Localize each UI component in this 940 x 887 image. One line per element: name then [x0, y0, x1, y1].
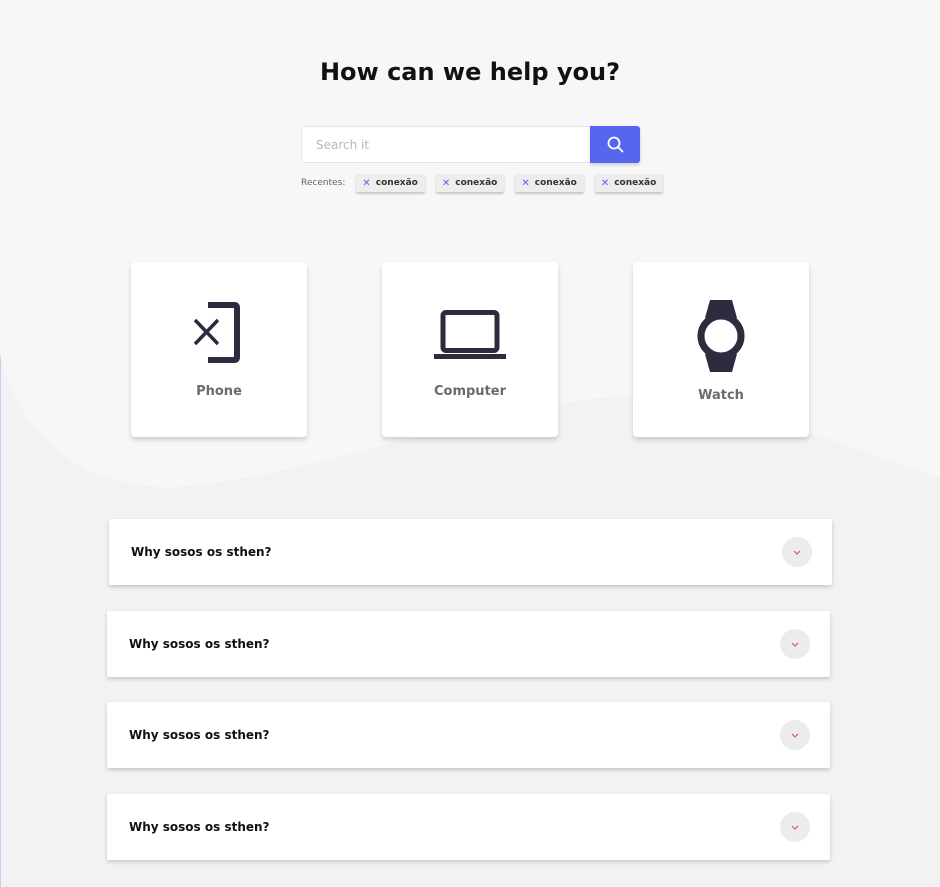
recent-searches: Recentes: ✕ conexão ✕ conexão ✕ conexão … — [301, 173, 664, 193]
chevron-down-icon — [791, 825, 799, 830]
page-title: How can we help you? — [319, 58, 621, 86]
recent-chip[interactable]: ✕ conexão — [515, 174, 584, 192]
chevron-down-icon — [793, 550, 801, 555]
faq-question: Why sosos os sthen? — [129, 728, 270, 742]
recent-chip[interactable]: ✕ conexão — [435, 174, 505, 192]
category-label: Watch — [698, 388, 744, 403]
search-input[interactable] — [301, 126, 590, 163]
close-icon[interactable]: ✕ — [362, 178, 370, 189]
recent-chip[interactable]: ✕ conexão — [356, 174, 425, 192]
recent-chip-label: conexão — [455, 178, 498, 188]
recent-chip-label: conexão — [375, 178, 418, 188]
close-icon[interactable]: ✕ — [601, 178, 609, 189]
faq-question: Why sosos os sthen? — [129, 637, 270, 651]
laptop-icon — [434, 310, 506, 359]
category-card-watch[interactable]: Watch — [633, 262, 809, 437]
recent-chip-label: conexão — [614, 178, 657, 188]
faq-question: Why sosos os sthen? — [131, 545, 272, 559]
recent-chip-label: conexão — [534, 178, 577, 188]
faq-expand-button[interactable] — [780, 629, 810, 659]
chevron-down-icon — [791, 642, 799, 647]
faq-item[interactable]: Why sosos os sthen? — [107, 702, 830, 768]
faq-question: Why sosos os sthen? — [129, 820, 270, 834]
category-card-computer[interactable]: Computer — [382, 262, 558, 437]
recents-label: Recentes: — [301, 178, 346, 188]
category-label: Computer — [433, 384, 507, 399]
faq-item[interactable]: Why sosos os sthen? — [109, 519, 832, 585]
phone-off-icon — [193, 302, 240, 363]
faq-expand-button[interactable] — [780, 812, 810, 842]
faq-expand-button[interactable] — [780, 720, 810, 750]
category-label: Phone — [196, 384, 242, 399]
search-button[interactable] — [590, 126, 640, 163]
category-card-phone[interactable]: Phone — [131, 262, 307, 437]
faq-item[interactable]: Why sosos os sthen? — [107, 794, 830, 860]
close-icon[interactable]: ✕ — [442, 178, 450, 189]
watch-icon — [697, 300, 745, 372]
chevron-down-icon — [791, 733, 799, 738]
faq-expand-button[interactable] — [782, 537, 812, 567]
recent-chip[interactable]: ✕ conexão — [594, 174, 664, 192]
search-icon — [607, 136, 623, 153]
search-bar — [301, 126, 640, 163]
close-icon[interactable]: ✕ — [521, 178, 529, 189]
faq-item[interactable]: Why sosos os sthen? — [107, 611, 830, 677]
